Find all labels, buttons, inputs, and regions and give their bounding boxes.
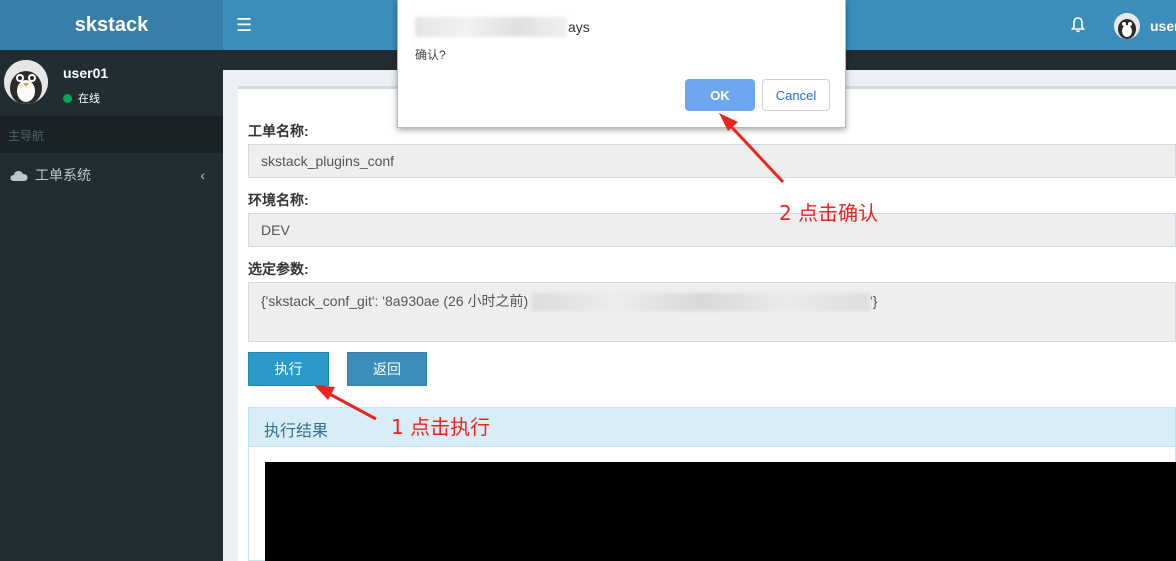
annotation-step2: 2 点击确认 xyxy=(779,201,879,225)
arrow-to-ok xyxy=(719,113,785,184)
arrow-to-execute xyxy=(314,385,377,421)
annotation-arrows xyxy=(314,113,785,421)
annotation-step1: 1 点击执行 xyxy=(391,415,491,439)
